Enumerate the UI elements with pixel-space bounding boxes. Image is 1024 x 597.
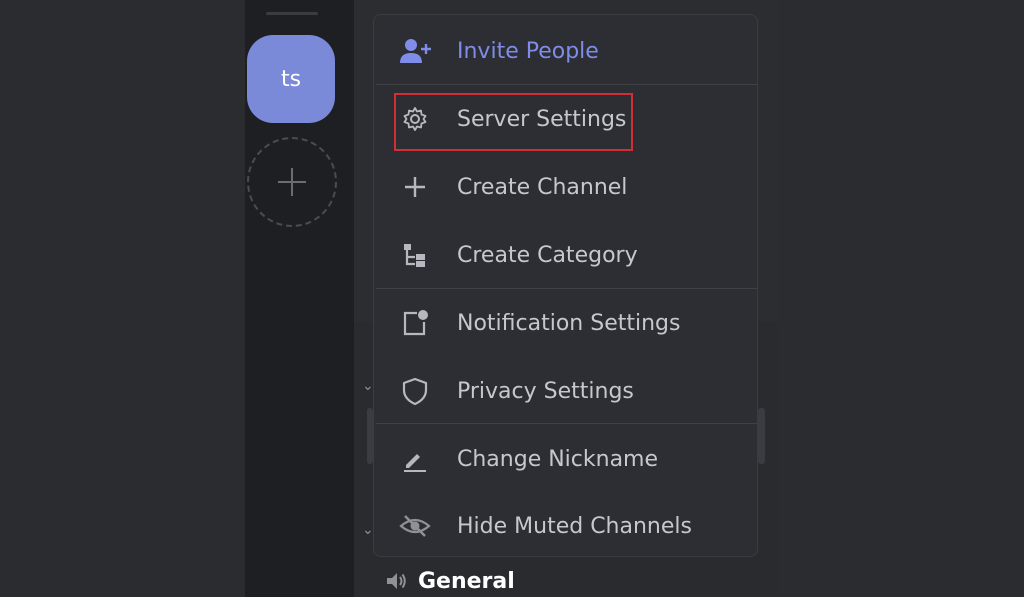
menu-divider xyxy=(376,423,757,424)
menu-item-invite-people[interactable]: Invite People xyxy=(374,21,757,81)
menu-item-create-channel[interactable]: Create Channel xyxy=(374,157,757,217)
voice-channel-label: General xyxy=(418,568,515,594)
plus-icon xyxy=(278,168,306,196)
chevron-down-icon[interactable]: ⌄ xyxy=(362,378,374,394)
menu-item-label: Invite People xyxy=(457,38,599,64)
menu-divider xyxy=(376,288,757,289)
menu-divider xyxy=(376,84,757,85)
speaker-icon xyxy=(387,573,406,589)
server-icon-ts[interactable]: ts xyxy=(247,35,335,123)
menu-item-privacy-settings[interactable]: Privacy Settings xyxy=(374,361,757,421)
add-person-icon xyxy=(398,34,432,68)
menu-item-label: Change Nickname xyxy=(457,446,659,472)
pencil-icon xyxy=(398,442,432,476)
menu-item-label: Privacy Settings xyxy=(457,378,634,404)
server-dropdown-menu: Invite People Server Settings Create Cha… xyxy=(373,14,758,557)
menu-item-label: Notification Settings xyxy=(457,310,681,336)
gear-icon xyxy=(398,102,432,136)
chevron-down-icon[interactable]: ⌄ xyxy=(362,522,374,538)
rail-divider xyxy=(266,12,318,15)
menu-item-label: Create Category xyxy=(457,242,638,268)
notification-icon xyxy=(398,306,432,340)
plus-icon xyxy=(398,170,432,204)
voice-channel-general[interactable]: General xyxy=(384,565,515,597)
scrollbar-thumb[interactable] xyxy=(758,408,765,464)
discord-app: ts ⌄ ⌄ General Invite People Server Sett… xyxy=(0,0,1024,597)
menu-item-label: Create Channel xyxy=(457,174,628,200)
add-server-button[interactable] xyxy=(247,137,337,227)
menu-item-server-settings[interactable]: Server Settings xyxy=(374,89,757,149)
menu-item-label: Hide Muted Channels xyxy=(457,513,692,539)
menu-item-notification-settings[interactable]: Notification Settings xyxy=(374,293,757,353)
menu-item-label: Server Settings xyxy=(457,106,627,132)
shield-icon xyxy=(398,374,432,408)
category-icon xyxy=(398,238,432,272)
eye-off-icon xyxy=(398,509,432,543)
menu-item-create-category[interactable]: Create Category xyxy=(374,225,757,285)
menu-item-hide-muted-channels[interactable]: Hide Muted Channels xyxy=(374,496,757,556)
server-initials: ts xyxy=(280,66,302,92)
menu-item-change-nickname[interactable]: Change Nickname xyxy=(374,429,757,489)
